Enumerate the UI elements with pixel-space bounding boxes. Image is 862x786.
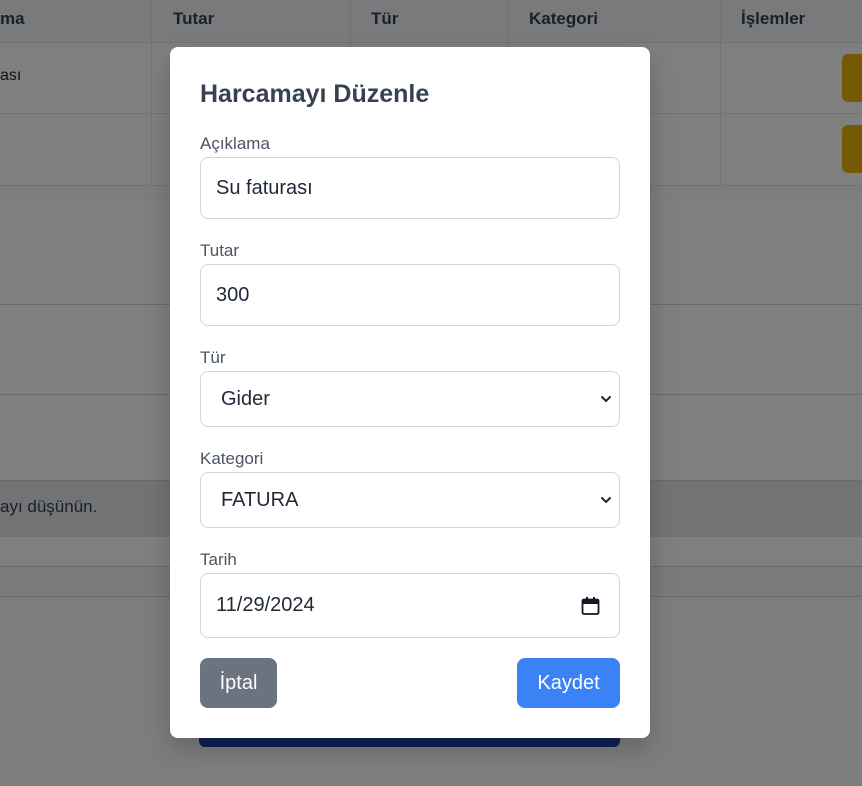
chevron-down-icon (601, 497, 611, 503)
type-selected-value: Gider (221, 387, 270, 410)
date-input[interactable]: 11/29/2024 (200, 573, 620, 638)
save-button[interactable]: Kaydet (517, 658, 620, 708)
category-label: Kategori (200, 449, 264, 468)
edit-expense-modal: Harcamayı Düzenle Açıklama Su faturası T… (170, 47, 650, 738)
amount-input[interactable]: 300 (200, 264, 620, 326)
date-label: Tarih (200, 550, 237, 569)
type-select[interactable]: Gider (200, 371, 620, 427)
amount-label: Tutar (200, 241, 240, 260)
amount-value: 300 (216, 283, 250, 306)
description-label: Açıklama (200, 134, 270, 153)
modal-title: Harcamayı Düzenle (200, 80, 430, 108)
description-input[interactable]: Su faturası (200, 157, 620, 219)
cancel-button[interactable]: İptal (200, 658, 277, 708)
chevron-down-icon (601, 396, 611, 402)
category-select[interactable]: FATURA (200, 472, 620, 528)
description-value: Su faturası (216, 176, 313, 199)
calendar-icon[interactable] (581, 596, 600, 615)
category-selected-value: FATURA (221, 488, 299, 511)
date-value: 11/29/2024 (216, 594, 315, 616)
type-label: Tür (200, 348, 226, 367)
